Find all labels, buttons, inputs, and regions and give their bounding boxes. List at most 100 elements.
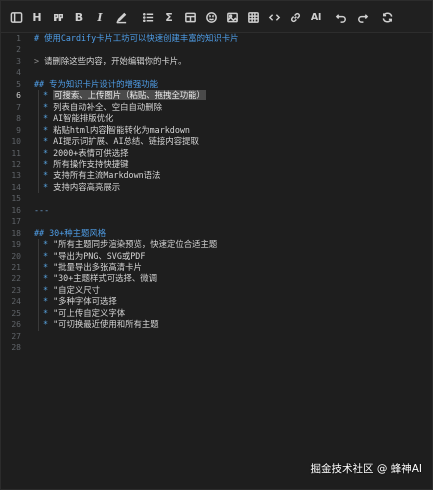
text-span: --- bbox=[34, 204, 50, 215]
text-span: 智能转化为markdown bbox=[107, 124, 190, 135]
highlight-button[interactable] bbox=[112, 8, 130, 26]
line-text: ## 专为知识卡片设计的增强功能 bbox=[34, 79, 158, 90]
line-text: * AI智能排版优化 bbox=[43, 113, 113, 124]
text-span: 支持内容高亮展示 bbox=[53, 181, 121, 192]
editor-line-1[interactable]: 1 # 使用Cardify卡片工坊可以快速创建丰富的知识卡片 bbox=[1, 33, 432, 44]
bold-icon: B bbox=[74, 10, 84, 24]
code-button[interactable] bbox=[265, 8, 283, 26]
line-text: * "批量导出多张高清卡片 bbox=[43, 262, 142, 273]
grid-icon bbox=[247, 11, 259, 23]
text-span: 所有操作支持快捷键 bbox=[53, 158, 129, 169]
table-insert-button[interactable] bbox=[181, 8, 199, 26]
line-text: * 所有操作支持快捷键 bbox=[43, 159, 128, 170]
editor-line-3[interactable]: 3 > 请删除这些内容，开始编辑你的卡片。 bbox=[1, 56, 432, 67]
grid-button[interactable] bbox=[244, 8, 262, 26]
line-number: 16 bbox=[11, 205, 21, 215]
undo-button[interactable] bbox=[332, 8, 350, 26]
bold-button[interactable]: B bbox=[70, 8, 88, 26]
line-number: 13 bbox=[11, 171, 21, 181]
line-number: 21 bbox=[11, 263, 21, 272]
markdown-editor[interactable]: 1 # 使用Cardify卡片工坊可以快速创建丰富的知识卡片 2 3 > 请删除这些内容… bbox=[1, 33, 432, 489]
line-text: * 列表自动补全、空白自动删除 bbox=[43, 102, 162, 113]
heading-button[interactable]: H bbox=[28, 8, 46, 26]
selected-text: 可搜索、上传图片（粘贴、拖拽全功能） bbox=[53, 90, 206, 101]
line-number: 14 bbox=[11, 182, 21, 192]
line-number: 24 bbox=[11, 297, 21, 307]
editor-line-28[interactable]: 28 bbox=[1, 342, 432, 353]
line-text: * "可上传自定义字体 bbox=[43, 308, 125, 319]
line-number: 22 bbox=[11, 274, 21, 284]
emoji-button[interactable] bbox=[202, 8, 220, 26]
editor-line-4[interactable]: 4 bbox=[1, 67, 432, 78]
list-icon bbox=[142, 12, 153, 22]
line-number: 4 bbox=[16, 68, 21, 78]
link-button[interactable] bbox=[286, 8, 304, 26]
editor-line-16[interactable]: 16 --- bbox=[1, 205, 432, 216]
text-span: # 使用Cardify卡片工坊可以快速创建丰富的知识卡片 bbox=[34, 33, 239, 43]
list-marker: * bbox=[43, 273, 54, 284]
text-span: AI智能排版优化 bbox=[53, 113, 114, 124]
text-span: AI提示词扩展、AI总结、链接内容提取 bbox=[53, 136, 199, 147]
editor-line-18[interactable]: 18 ## 30+种主题风格 bbox=[1, 228, 432, 239]
list-marker: * bbox=[43, 101, 54, 112]
list-marker: * bbox=[43, 170, 54, 181]
line-number: 11 bbox=[11, 148, 21, 158]
line-text: # 使用Cardify卡片工坊可以快速创建丰富的知识卡片 bbox=[34, 33, 239, 44]
image-button[interactable] bbox=[223, 8, 241, 26]
editor-window: H B I Σ AI 1 # 使用Cardify卡片工坊可以快速创建丰富的知识卡… bbox=[0, 0, 433, 490]
text-span: "可切换最近使用和所有主题 bbox=[53, 319, 159, 330]
refresh-icon bbox=[382, 11, 392, 23]
editor-line-15[interactable]: 15 bbox=[1, 193, 432, 204]
indent-guide bbox=[38, 239, 39, 331]
italic-button[interactable]: I bbox=[91, 8, 109, 26]
line-text: --- bbox=[34, 205, 49, 216]
formula-button[interactable]: Σ bbox=[160, 8, 178, 26]
editor-line-14[interactable]: 14 * 支持内容高亮展示 bbox=[1, 182, 432, 193]
editor-line-27[interactable]: 27 bbox=[1, 331, 432, 342]
editor-line-12[interactable]: 12 * 所有操作支持快捷键 bbox=[1, 159, 432, 170]
editor-line-24[interactable]: 24 * "多种字体可选择 bbox=[1, 296, 432, 307]
editor-line-8[interactable]: 8 * AI智能排版优化 bbox=[1, 113, 432, 124]
line-number: 12 bbox=[11, 159, 21, 169]
line-text: * "自定义尺寸 bbox=[43, 285, 100, 296]
editor-line-20[interactable]: 20 * "导出为PNG、SVG或PDF bbox=[1, 251, 432, 262]
editor-line-17[interactable]: 17 bbox=[1, 216, 432, 227]
quote-button[interactable] bbox=[49, 8, 67, 26]
editor-line-6[interactable]: 6 * 可搜索、上传图片（粘贴、拖拽全功能） bbox=[1, 90, 432, 101]
sidebar-toggle-button[interactable] bbox=[7, 8, 25, 26]
line-number: 19 bbox=[11, 240, 21, 250]
editor-line-22[interactable]: 22 * "30+主题样式可选择、微调 bbox=[1, 273, 432, 284]
editor-line-9[interactable]: 9 * 粘贴html内容智能转化为markdown bbox=[1, 124, 432, 136]
editor-line-7[interactable]: 7 * 列表自动补全、空白自动删除 bbox=[1, 102, 432, 113]
line-text: > 请删除这些内容，开始编辑你的卡片。 bbox=[34, 56, 186, 67]
text-span: "30+主题样式可选择、微调 bbox=[53, 273, 158, 284]
redo-button[interactable] bbox=[353, 8, 371, 26]
editor-line-23[interactable]: 23 * "自定义尺寸 bbox=[1, 285, 432, 296]
text-span: 支持所有主流Markdown语法 bbox=[53, 170, 161, 181]
editor-line-25[interactable]: 25 * "可上传自定义字体 bbox=[1, 308, 432, 319]
editor-line-19[interactable]: 19 * "所有主题同步渲染预览，快速定位合适主题 bbox=[1, 239, 432, 250]
link-icon bbox=[290, 12, 300, 22]
editor-line-5[interactable]: 5 ## 专为知识卡片设计的增强功能 bbox=[1, 79, 432, 90]
editor-line-10[interactable]: 10 * AI提示词扩展、AI总结、链接内容提取 bbox=[1, 136, 432, 147]
text-span: "导出为PNG、SVG或PDF bbox=[53, 250, 146, 261]
italic-icon: I bbox=[97, 10, 103, 24]
image-icon bbox=[226, 12, 238, 22]
editor-line-26[interactable]: 26 * "可切换最近使用和所有主题 bbox=[1, 319, 432, 330]
line-number: 3 bbox=[16, 56, 21, 66]
line-number: 7 bbox=[16, 102, 21, 112]
list-button[interactable] bbox=[139, 8, 157, 26]
refresh-button[interactable] bbox=[378, 8, 396, 26]
line-number: 26 bbox=[11, 320, 21, 330]
editor-line-2[interactable]: 2 bbox=[1, 44, 432, 55]
text-span: "可上传自定义字体 bbox=[53, 307, 126, 318]
ai-button[interactable]: AI bbox=[307, 8, 325, 26]
line-text: * "导出为PNG、SVG或PDF bbox=[43, 251, 145, 262]
line-text: ## 30+种主题风格 bbox=[34, 228, 106, 239]
list-marker: * bbox=[43, 284, 54, 295]
list-marker: * bbox=[43, 239, 54, 250]
editor-line-11[interactable]: 11 * 2000+表情可供选择 bbox=[1, 148, 432, 159]
editor-line-13[interactable]: 13 * 支持所有主流Markdown语法 bbox=[1, 170, 432, 181]
line-text: * AI提示词扩展、AI总结、链接内容提取 bbox=[43, 136, 199, 147]
editor-line-21[interactable]: 21 * "批量导出多张高清卡片 bbox=[1, 262, 432, 273]
